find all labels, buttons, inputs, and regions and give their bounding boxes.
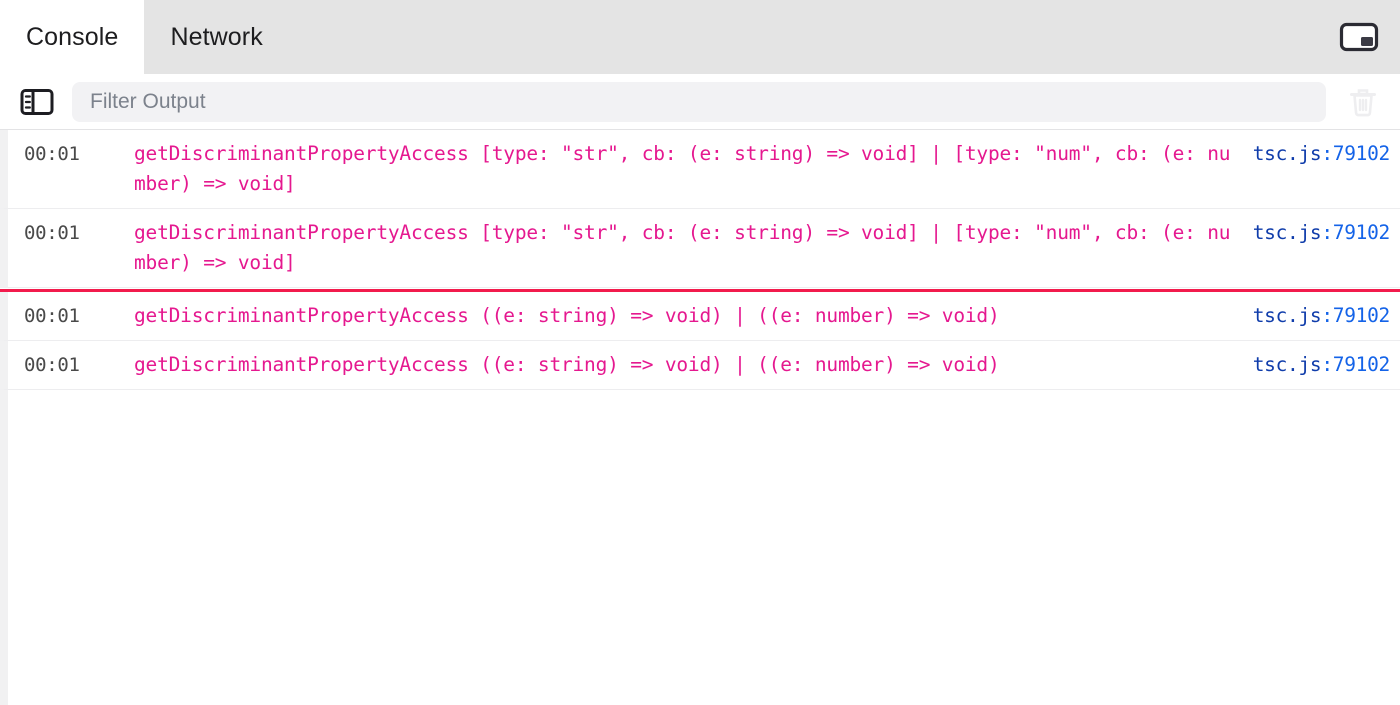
filter-bar [0, 74, 1400, 130]
log-source-line: :79102 [1321, 304, 1390, 327]
log-timestamp: 00:01 [8, 350, 134, 380]
tab-network-label: Network [170, 23, 262, 52]
dock-bottom-right-icon[interactable] [1336, 20, 1382, 54]
log-message: getDiscriminantPropertyAccess ((e: strin… [134, 301, 1253, 331]
console-log-row[interactable]: 00:01 getDiscriminantPropertyAccess [typ… [0, 209, 1400, 288]
log-message: getDiscriminantPropertyAccess ((e: strin… [134, 350, 1253, 380]
console-empty-area [0, 390, 1400, 705]
log-source-line: :79102 [1321, 221, 1390, 244]
log-timestamp: 00:01 [8, 301, 134, 331]
tab-console-label: Console [26, 23, 118, 52]
console-output-list[interactable]: 00:01 getDiscriminantPropertyAccess [typ… [0, 130, 1400, 705]
log-source-line: :79102 [1321, 142, 1390, 165]
tab-console[interactable]: Console [0, 0, 144, 74]
log-source-link[interactable]: tsc.js:79102 [1253, 350, 1400, 380]
tab-bar: Console Network [0, 0, 1400, 74]
log-timestamp: 00:01 [8, 218, 134, 248]
log-source-file: tsc.js [1253, 304, 1322, 327]
tab-network[interactable]: Network [144, 0, 288, 74]
log-source-link[interactable]: tsc.js:79102 [1253, 218, 1400, 248]
sidebar-panel-icon[interactable] [18, 85, 56, 119]
console-log-row[interactable]: 00:01 getDiscriminantPropertyAccess ((e:… [0, 292, 1400, 341]
devtools-window: Console Network [0, 0, 1400, 705]
console-log-row[interactable]: 00:01 getDiscriminantPropertyAccess [typ… [0, 130, 1400, 209]
console-log-row[interactable]: 00:01 getDiscriminantPropertyAccess ((e:… [0, 341, 1400, 390]
trash-icon[interactable] [1342, 82, 1384, 122]
log-message: getDiscriminantPropertyAccess [type: "st… [134, 139, 1253, 199]
log-source-link[interactable]: tsc.js:79102 [1253, 301, 1400, 331]
log-source-link[interactable]: tsc.js:79102 [1253, 139, 1400, 169]
tab-bar-spacer [289, 0, 1336, 74]
filter-output-input[interactable] [72, 82, 1326, 122]
log-source-file: tsc.js [1253, 142, 1322, 165]
log-source-file: tsc.js [1253, 353, 1322, 376]
log-source-line: :79102 [1321, 353, 1390, 376]
log-message: getDiscriminantPropertyAccess [type: "st… [134, 218, 1253, 278]
log-timestamp: 00:01 [8, 139, 134, 169]
log-source-file: tsc.js [1253, 221, 1322, 244]
